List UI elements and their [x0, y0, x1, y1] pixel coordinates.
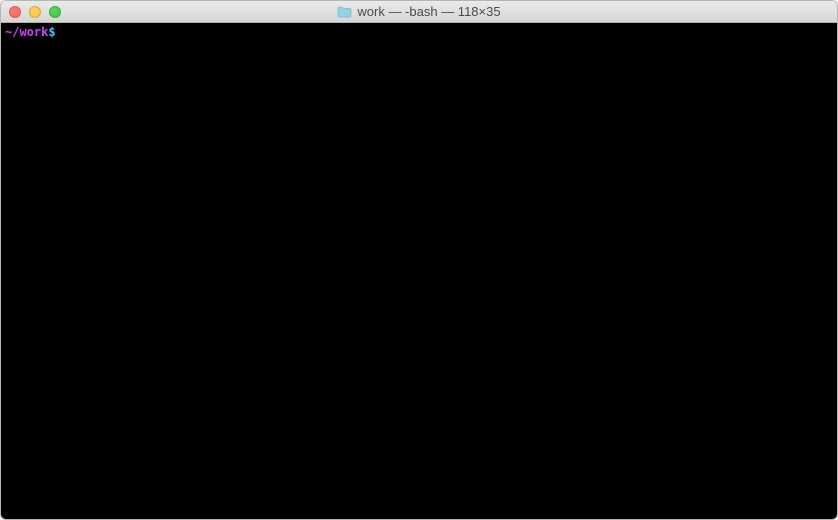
terminal-window: work — -bash — 118×35 ~/work$ [0, 0, 838, 520]
prompt-line: ~/work$ [5, 25, 833, 39]
terminal-body[interactable]: ~/work$ [1, 23, 837, 519]
traffic-lights [1, 1, 61, 22]
cursor [56, 26, 63, 39]
zoom-button[interactable] [49, 6, 61, 18]
folder-icon [337, 6, 352, 18]
prompt-symbol: $ [48, 25, 55, 39]
prompt-path: ~/work [5, 25, 48, 39]
minimize-button[interactable] [29, 6, 41, 18]
titlebar[interactable]: work — -bash — 118×35 [1, 1, 837, 23]
close-button[interactable] [9, 6, 21, 18]
window-title: work — -bash — 118×35 [337, 4, 500, 19]
window-title-text: work — -bash — 118×35 [357, 4, 500, 19]
